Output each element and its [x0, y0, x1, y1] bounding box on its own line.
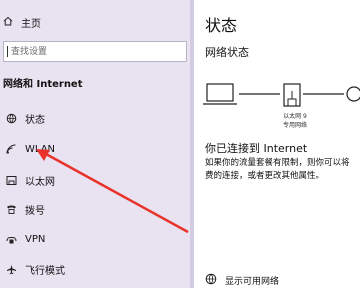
internet-globe-icon — [346, 86, 360, 102]
settings-sidebar: 主页 网络和 Internet 状态 WLAN 以太网 拨号 VPN — [0, 0, 190, 288]
computer-icon — [203, 83, 237, 105]
status-page: 状态 网络状态 以太网 9 专用网络 你已连接到 Internet 如果你的流量… — [194, 0, 360, 288]
sidebar-item-label: 状态 — [25, 114, 45, 126]
ethernet-icon — [4, 173, 18, 187]
adapter-name: 以太网 9 — [283, 113, 307, 120]
vpn-icon — [4, 232, 18, 246]
sidebar-item-label: VPN — [25, 233, 46, 245]
dialup-icon — [4, 202, 18, 216]
sidebar-item-label: 飞行模式 — [25, 265, 65, 277]
globe-icon — [4, 111, 18, 125]
text-cursor — [7, 46, 8, 57]
airplane-icon — [4, 262, 18, 276]
wifi-icon — [4, 142, 18, 156]
network-status-heading: 网络状态 — [205, 46, 249, 59]
home-icon — [3, 16, 13, 29]
sidebar-item-label: 以太网 — [25, 176, 55, 188]
network-type: 专用网络 — [282, 122, 307, 129]
page-title: 状态 — [205, 16, 238, 35]
sidebar-item-status[interactable]: 状态 — [0, 107, 190, 129]
sidebar-item-airplane-mode[interactable]: 飞行模式 — [0, 258, 190, 280]
connection-status: 你已连接到 Internet — [205, 142, 308, 155]
connection-description: 如果你的流量套餐有限制，则你可以将 费的连接，或者更改其他属性。 — [205, 157, 360, 183]
show-networks-label: 显示可用网络 — [225, 277, 280, 287]
description-line: 费的连接，或者更改其他属性。 — [205, 171, 325, 181]
description-line: 如果你的流量套餐有限制，则你可以将 — [205, 158, 350, 168]
home-nav-item[interactable]: 主页 — [3, 13, 41, 31]
sidebar-item-ethernet[interactable]: 以太网 — [0, 169, 190, 191]
globe-icon — [205, 273, 217, 288]
adapter-label: 以太网 9 专用网络 — [268, 112, 322, 130]
sidebar-item-label: 拨号 — [25, 205, 45, 217]
sidebar-item-dialup[interactable]: 拨号 — [0, 198, 190, 220]
sidebar-item-wlan[interactable]: WLAN — [0, 138, 190, 160]
ethernet-adapter-icon — [283, 83, 301, 107]
sidebar-item-vpn[interactable]: VPN — [0, 228, 190, 250]
section-title: 网络和 Internet — [3, 79, 83, 90]
sidebar-item-label: WLAN — [25, 143, 56, 155]
search-input[interactable] — [11, 44, 171, 59]
home-label: 主页 — [21, 18, 41, 30]
show-available-networks-link[interactable]: 显示可用网络 — [205, 273, 279, 288]
search-box[interactable] — [3, 41, 187, 62]
